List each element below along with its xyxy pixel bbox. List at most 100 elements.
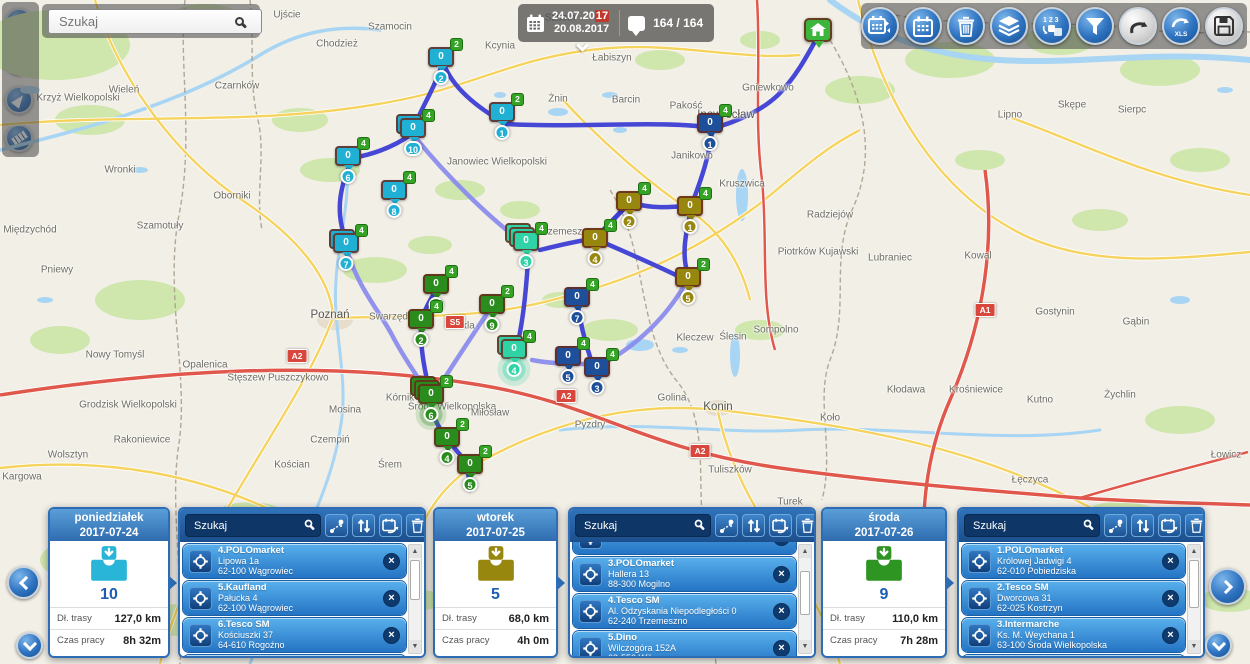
list-item[interactable]: 5.Kaufland Pałucka 4 62-100 Wągrowiec × xyxy=(183,581,406,615)
remove-stop-button[interactable]: × xyxy=(773,603,790,620)
scroll-thumb[interactable] xyxy=(1189,560,1199,608)
map-marker[interactable]: 029 xyxy=(479,294,505,314)
day-panel-tuesday[interactable]: wtorek2017-07-25 5 Dł. trasy68,0 km Czas… xyxy=(433,507,558,658)
map-marker[interactable]: 047 xyxy=(564,287,590,307)
remove-stop-button[interactable]: × xyxy=(773,640,790,657)
move-day-button[interactable] xyxy=(379,514,402,537)
delete-route-button[interactable] xyxy=(947,7,985,45)
calendar-button[interactable] xyxy=(904,7,942,45)
scrollbar[interactable]: ▲▼ xyxy=(1187,544,1201,654)
date-range-bar[interactable]: 24.07.2017 20.08.2017 164 / 164 xyxy=(518,4,714,42)
list-item[interactable]: 4.Tesco SM Al. Odzyskania Niepodległości… xyxy=(573,594,796,628)
renumber-stops-button[interactable]: 1 2 3 xyxy=(1033,7,1071,45)
remove-stop-button[interactable]: × xyxy=(383,553,400,570)
list-item[interactable]: 2.Tesco SM Dworcowa 31 62-025 Kostrzyn × xyxy=(962,581,1185,615)
scroll-up-icon[interactable]: ▲ xyxy=(1188,545,1200,558)
remove-stop-button[interactable]: × xyxy=(773,542,790,546)
list-item[interactable]: 88-300 Mogilno × xyxy=(573,542,796,554)
map-marker[interactable]: 045 xyxy=(555,346,581,366)
list-item[interactable]: 3.POLOmarket Hallera 13 88-300 Mogilno × xyxy=(573,557,796,591)
map-marker[interactable]: 046 xyxy=(335,146,361,166)
search-icon[interactable] xyxy=(235,17,244,26)
scroll-down-icon[interactable]: ▼ xyxy=(1188,640,1200,653)
map-marker[interactable]: 043 xyxy=(584,357,610,377)
map-marker[interactable]: 021 xyxy=(489,102,515,122)
list-item[interactable]: 3.Intermarche Ks. M. Weychana 1 63-100 Ś… xyxy=(962,618,1185,652)
map-marker[interactable]: 00410 xyxy=(400,118,426,138)
map-marker[interactable]: 048 xyxy=(381,180,407,200)
undo-button[interactable] xyxy=(1119,7,1157,45)
scroll-down-icon[interactable]: ▼ xyxy=(799,640,811,653)
search-icon[interactable] xyxy=(695,520,703,528)
map-marker[interactable]: 00026 xyxy=(418,384,444,404)
route-icon xyxy=(329,518,345,534)
sort-stops-button[interactable] xyxy=(1131,514,1154,537)
scroll-up-icon[interactable]: ▲ xyxy=(409,545,421,558)
remove-stop-button[interactable]: × xyxy=(383,627,400,644)
map-marker[interactable]: 041 xyxy=(423,274,449,294)
optimize-route-button[interactable] xyxy=(325,514,348,537)
day-header: środa2017-07-26 xyxy=(823,509,945,541)
remove-stop-button[interactable]: × xyxy=(1162,627,1179,644)
map-marker[interactable]: 024 xyxy=(434,427,460,447)
optimize-route-button[interactable] xyxy=(1104,514,1127,537)
remove-stop-button[interactable]: × xyxy=(773,566,790,583)
list-search-input[interactable] xyxy=(575,514,711,537)
collapse-left-button[interactable] xyxy=(16,632,43,659)
map-marker[interactable]: 044 xyxy=(582,228,608,248)
next-days-button[interactable] xyxy=(1209,568,1246,605)
move-day-button[interactable] xyxy=(769,514,792,537)
map-marker[interactable]: 041 xyxy=(697,113,723,133)
clear-day-button[interactable] xyxy=(1185,514,1205,537)
map-marker[interactable]: 041 xyxy=(677,196,703,216)
remove-stop-button[interactable]: × xyxy=(383,590,400,607)
day-panel-monday[interactable]: poniedziałek2017-07-24 10 Dł. trasy127,0… xyxy=(48,507,170,658)
filter-button[interactable] xyxy=(1076,7,1114,45)
calendar-range-button[interactable] xyxy=(861,7,899,45)
day-panel-wednesday[interactable]: środa2017-07-26 9 Dł. trasy110,0 km Czas… xyxy=(821,507,947,658)
list-search-input[interactable] xyxy=(964,514,1100,537)
remove-stop-button[interactable]: × xyxy=(1162,590,1179,607)
map-marker[interactable]: 042 xyxy=(616,191,642,211)
export-xls-button[interactable]: XLS xyxy=(1162,7,1200,45)
sort-stops-button[interactable] xyxy=(742,514,765,537)
search-input[interactable] xyxy=(48,9,262,34)
clear-day-button[interactable] xyxy=(406,514,426,537)
map-marker[interactable]: 0044 xyxy=(501,339,527,359)
list-search-input[interactable] xyxy=(185,514,321,537)
optimize-route-button[interactable] xyxy=(715,514,738,537)
list-item[interactable]: 7.Tesco SM × xyxy=(183,655,406,656)
map-marker[interactable]: 042 xyxy=(408,309,434,329)
search-icon[interactable] xyxy=(305,520,313,528)
map-marker[interactable]: 022 xyxy=(428,47,454,67)
collapse-right-button[interactable] xyxy=(1205,632,1232,659)
search-icon[interactable] xyxy=(1084,520,1092,528)
scrollbar[interactable]: ▲▼ xyxy=(798,544,812,654)
clear-day-button[interactable] xyxy=(796,514,816,537)
home-depot-marker[interactable] xyxy=(804,18,832,42)
sort-stops-button[interactable] xyxy=(352,514,375,537)
stop-title: 1.POLOmarket xyxy=(997,546,1156,556)
scrollbar[interactable]: ▲▼ xyxy=(408,544,422,654)
scroll-down-icon[interactable]: ▼ xyxy=(409,640,421,653)
list-item[interactable]: 4.Dino × xyxy=(962,655,1185,656)
prev-days-button[interactable] xyxy=(7,566,40,599)
list-item[interactable]: 4.POLOmarket Lipowa 1a 62-100 Wągrowiec … xyxy=(183,544,406,578)
scroll-thumb[interactable] xyxy=(800,571,810,615)
list-item[interactable]: 1.POLOmarket Królowej Jadwigi 4 62-010 P… xyxy=(962,544,1185,578)
map-marker[interactable]: 025 xyxy=(457,454,483,474)
map-marker[interactable]: 0047 xyxy=(333,233,359,253)
save-button[interactable] xyxy=(1205,7,1243,45)
move-day-button[interactable] xyxy=(1158,514,1181,537)
map-label: Krośniewice xyxy=(949,385,1003,396)
list-item[interactable]: 5.Dino Wilczogóra 152A 62-550 Wilczyn × xyxy=(573,631,796,656)
map-marker[interactable]: 00043 xyxy=(513,231,539,251)
map-label: Kleczew xyxy=(676,333,713,344)
layers-button[interactable] xyxy=(990,7,1028,45)
map-marker[interactable]: 025 xyxy=(675,267,701,287)
remove-stop-button[interactable]: × xyxy=(1162,553,1179,570)
list-item[interactable]: 6.Tesco SM Kościuszki 37 64-610 Rogoźno … xyxy=(183,618,406,652)
stop-number-circle: 5 xyxy=(463,477,478,492)
scroll-thumb[interactable] xyxy=(410,560,420,600)
scroll-up-icon[interactable]: ▲ xyxy=(799,545,811,558)
